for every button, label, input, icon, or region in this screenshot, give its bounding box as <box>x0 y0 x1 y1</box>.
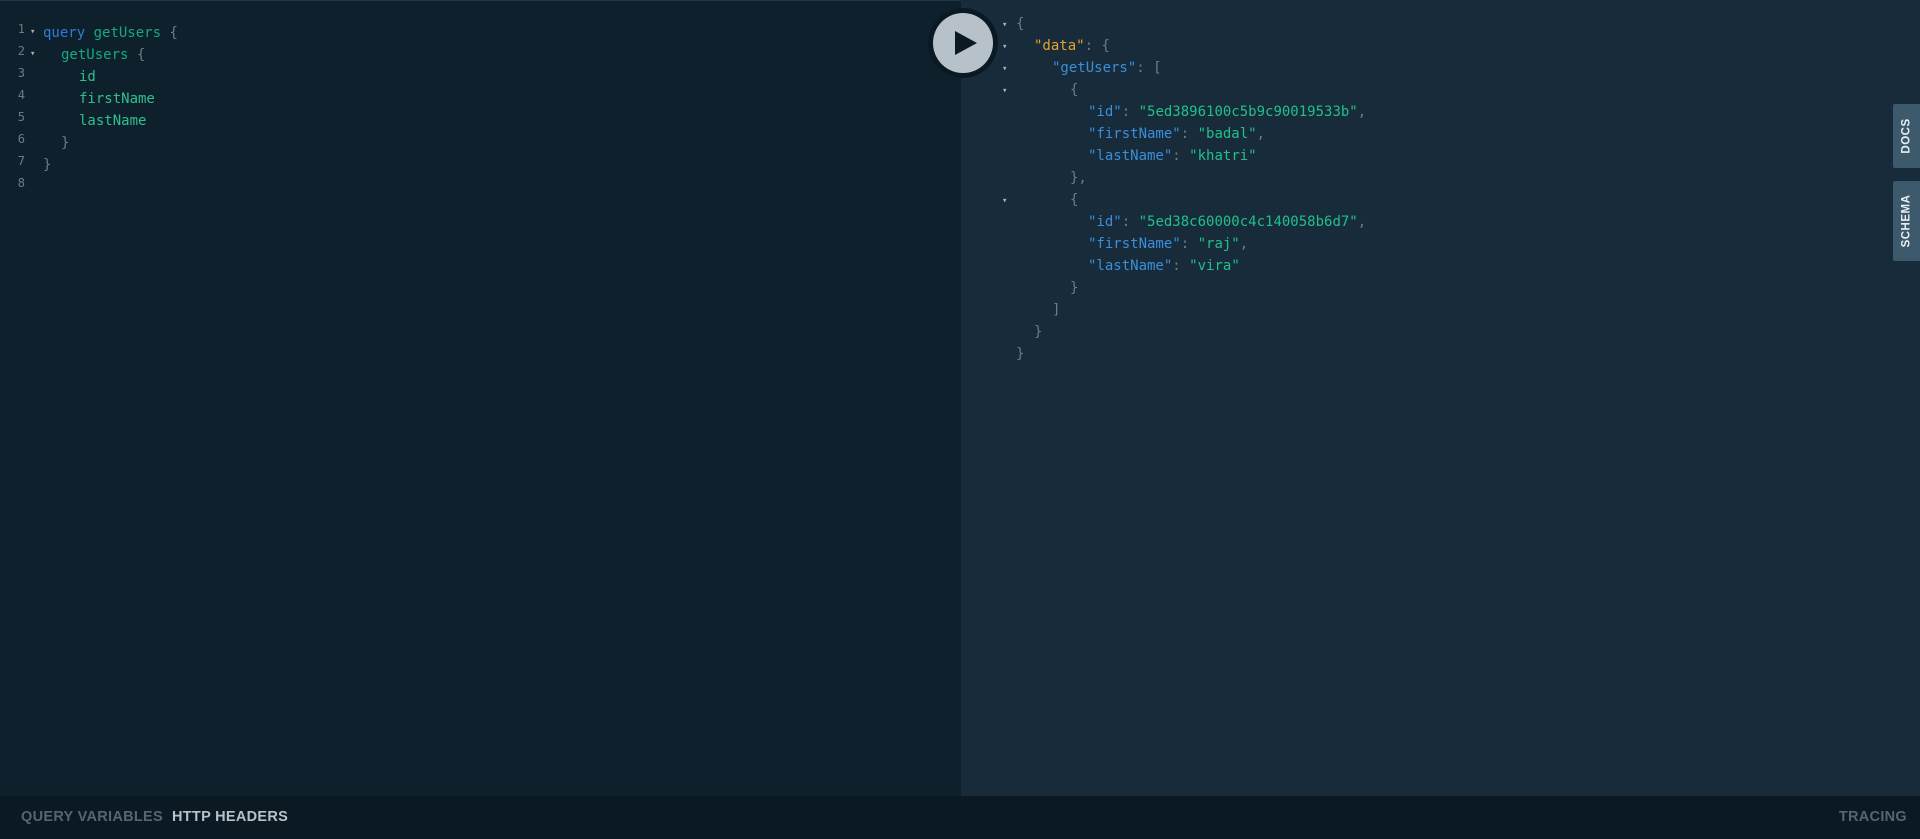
fold-toggle-icon[interactable]: ▾ <box>1002 20 1007 30</box>
json-field-line: "firstName": "badal", <box>1088 126 1266 142</box>
fold-toggle-icon[interactable]: ▾ <box>1002 196 1007 206</box>
json-field-line: "lastName": "khatri" <box>1088 148 1257 164</box>
json-getusers-line: "getUsers": [ <box>1052 60 1162 76</box>
json-object-close: }, <box>1070 170 1087 186</box>
json-object-close: } <box>1070 280 1079 296</box>
code-line: getUsers { <box>61 44 145 66</box>
code-line-field-id: id <box>79 69 96 85</box>
line-number: 7 <box>17 154 25 168</box>
code-line-field-firstname: firstName <box>79 91 155 107</box>
execute-query-button[interactable] <box>928 8 998 78</box>
query-keyword: query <box>43 25 86 41</box>
tracing-tab[interactable]: TRACING <box>1839 809 1907 825</box>
json-data-line: "data": { <box>1034 38 1110 54</box>
json-value-id: "5ed3896100c5b9c90019533b" <box>1138 104 1358 120</box>
json-value-firstname: "badal" <box>1197 126 1257 142</box>
bottom-panel-bar: QUERY VARIABLES HTTP HEADERS TRACING <box>0 796 1920 839</box>
code-line-field-lastname: lastName <box>79 113 147 129</box>
json-object-open: { <box>1070 192 1079 208</box>
line-number: 1 <box>17 22 25 36</box>
code-line: query getUsers { <box>43 22 178 44</box>
query-variables-tab[interactable]: QUERY VARIABLES <box>21 809 163 825</box>
close-brace: } <box>43 157 52 173</box>
json-open-brace: { <box>1016 16 1025 32</box>
json-value-firstname: "raj" <box>1197 236 1240 252</box>
json-array-close: ] <box>1052 302 1061 318</box>
json-close-brace: } <box>1034 324 1043 340</box>
open-brace: { <box>136 47 146 63</box>
json-object-open: { <box>1070 82 1079 98</box>
json-key-data: "data" <box>1034 38 1085 54</box>
line-number: 8 <box>17 176 25 190</box>
line-number: 3 <box>17 66 25 80</box>
line-number: 2 <box>17 44 25 58</box>
schema-tab[interactable]: SCHEMA <box>1893 181 1920 261</box>
docs-tab[interactable]: DOCS <box>1893 104 1920 168</box>
fold-toggle-icon[interactable]: ▾ <box>30 49 35 59</box>
fold-toggle-icon[interactable]: ▾ <box>30 27 35 37</box>
root-field: getUsers <box>61 47 129 63</box>
json-field-line: "id": "5ed3896100c5b9c90019533b", <box>1088 104 1367 120</box>
json-value-lastname: "vira" <box>1189 258 1240 274</box>
close-brace: } <box>61 135 70 151</box>
json-field-line: "id": "5ed38c60000c4c140058b6d7", <box>1088 214 1367 230</box>
result-viewer: ▾ ▾ ▾ ▾ ▾ { "data": { "getUsers": [ { "i… <box>961 0 1920 796</box>
line-number: 5 <box>17 110 25 124</box>
json-close-brace: } <box>1016 346 1025 362</box>
play-icon <box>954 31 977 55</box>
line-number: 4 <box>17 88 25 102</box>
json-value-lastname: "khatri" <box>1189 148 1257 164</box>
line-number: 6 <box>17 132 25 146</box>
query-editor[interactable]: 1 2 3 4 5 6 7 8 ▾ ▾ query getUsers { get… <box>0 0 961 797</box>
fold-toggle-icon[interactable]: ▾ <box>1002 64 1007 74</box>
json-field-line: "lastName": "vira" <box>1088 258 1240 274</box>
json-field-line: "firstName": "raj", <box>1088 236 1249 252</box>
json-key-getusers: "getUsers" <box>1052 60 1137 76</box>
fold-toggle-icon[interactable]: ▾ <box>1002 86 1007 96</box>
open-brace: { <box>169 25 178 41</box>
json-value-id: "5ed38c60000c4c140058b6d7" <box>1138 214 1358 230</box>
graphql-playground: 1 2 3 4 5 6 7 8 ▾ ▾ query getUsers { get… <box>0 0 1920 839</box>
execute-button-face <box>933 13 993 73</box>
fold-toggle-icon[interactable]: ▾ <box>1002 42 1007 52</box>
operation-name: getUsers <box>93 25 162 41</box>
http-headers-tab[interactable]: HTTP HEADERS <box>172 809 288 825</box>
